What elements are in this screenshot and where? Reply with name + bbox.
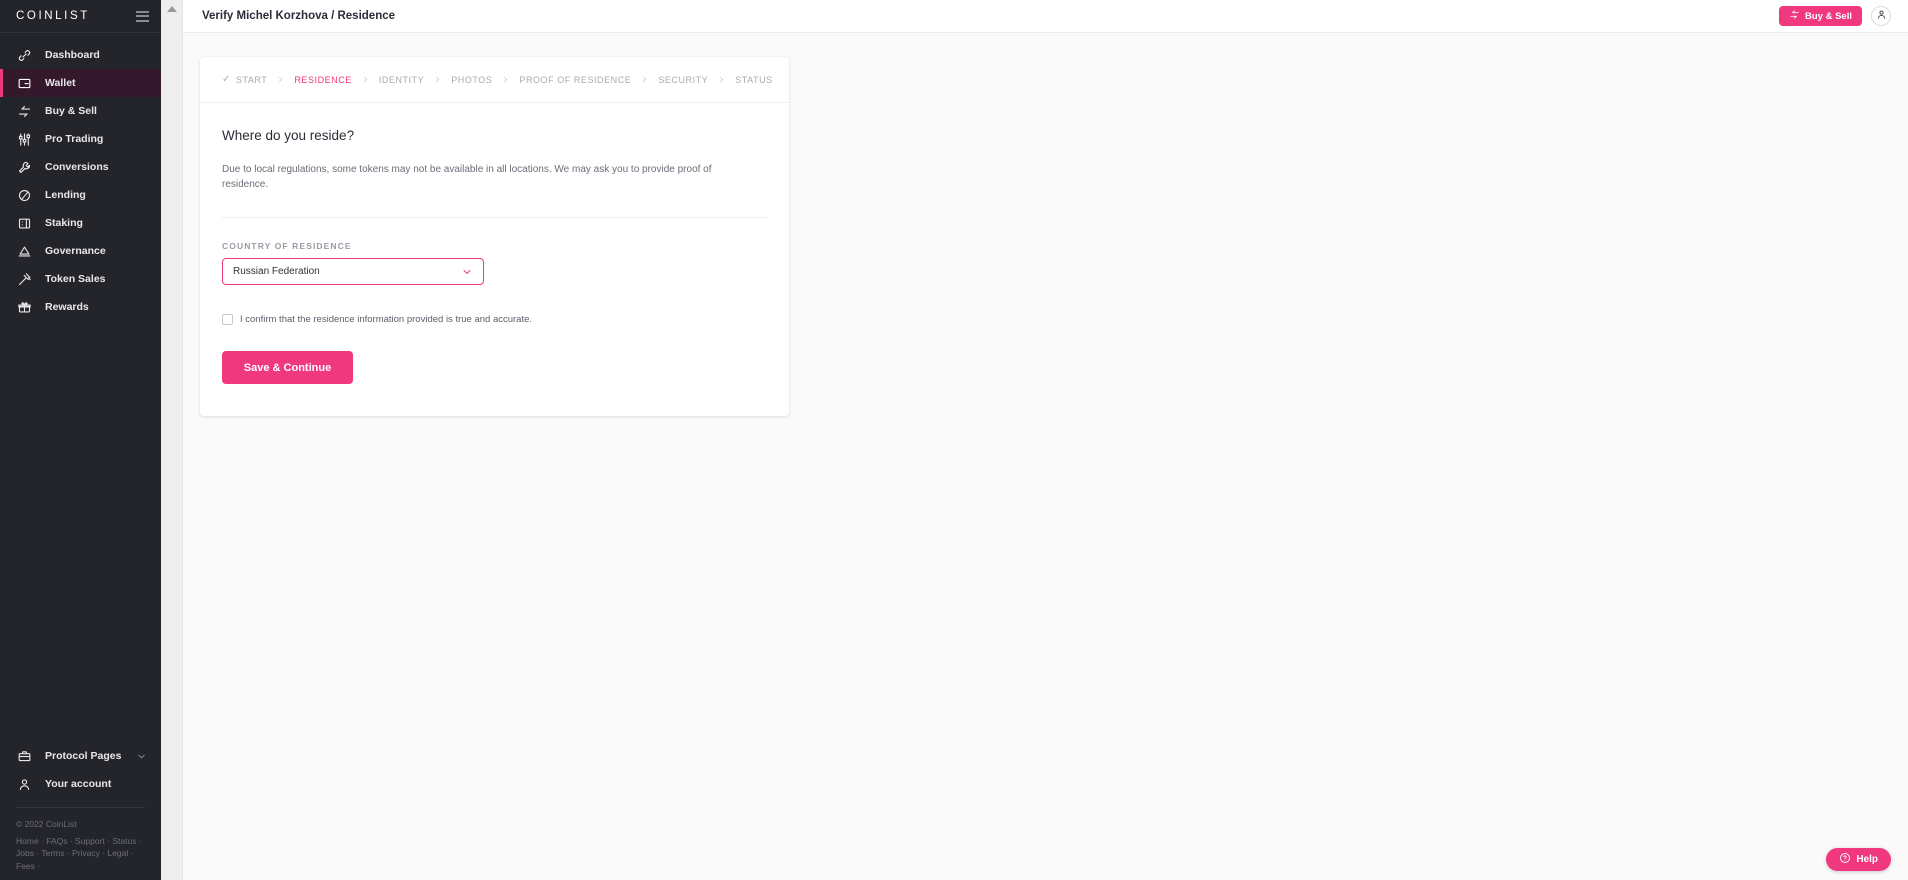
sidebar-item-wallet[interactable]: Wallet: [0, 69, 161, 97]
page-title: Verify Michel Korzhova / Residence: [202, 10, 396, 22]
buy-sell-label: Buy & Sell: [1805, 10, 1852, 22]
sidebar-footer: © 2022 CoinList Home · FAQs · Support · …: [0, 808, 161, 872]
sidebar-item-governance[interactable]: Governance: [0, 237, 161, 265]
confirm-row: I confirm that the residence information…: [222, 314, 767, 325]
circle-slash-icon: [17, 188, 32, 203]
swap-arrows-icon: [17, 104, 32, 119]
footer-links-row-1[interactable]: Home · FAQs · Support · Status ·: [16, 835, 145, 848]
gavel-icon: [17, 272, 32, 287]
chevron-right-icon: [717, 75, 726, 84]
sidebar-item-label: Rewards: [45, 301, 89, 313]
sidebar-item-label: Conversions: [45, 161, 109, 173]
country-field-label: COUNTRY OF RESIDENCE: [222, 241, 352, 251]
sidebar-item-label: Pro Trading: [45, 133, 104, 145]
sidebar-item-buy-sell[interactable]: Buy & Sell: [0, 97, 161, 125]
sidebar-item-conversions[interactable]: Conversions: [0, 153, 161, 181]
step-label: START: [235, 74, 268, 85]
sidebar-item-label: Dashboard: [45, 49, 100, 61]
sidebar-item-label: Your account: [45, 778, 112, 790]
help-label: Help: [1856, 854, 1878, 865]
chevron-right-icon: [640, 75, 649, 84]
page-scrollbar[interactable]: [161, 0, 183, 880]
chevron-right-icon: [276, 75, 285, 84]
question-circle-icon: [1839, 852, 1851, 867]
sidebar-item-label: Protocol Pages: [45, 750, 122, 762]
person-icon: [17, 777, 32, 792]
check-icon: ✓: [222, 74, 231, 85]
sidebar-nav: Dashboard Wallet Buy & Sell Pro Trading …: [0, 33, 161, 321]
confirm-checkbox[interactable]: [222, 314, 233, 325]
step-status[interactable]: STATUS: [735, 75, 772, 85]
step-label: RESIDENCE: [294, 74, 352, 85]
account-avatar-button[interactable]: [1871, 6, 1891, 26]
sidebar-item-your-account[interactable]: Your account: [0, 770, 161, 798]
step-label: IDENTITY: [378, 74, 425, 85]
sidebar-item-label: Wallet: [45, 77, 76, 89]
sidebar-item-label: Buy & Sell: [45, 105, 97, 117]
step-proof-of-residence[interactable]: PROOF OF RESIDENCE: [519, 75, 631, 85]
sidebar-item-protocol-pages[interactable]: Protocol Pages: [0, 742, 161, 770]
sidebar-item-label: Token Sales: [45, 273, 106, 285]
sidebar: COINLIST Dashboard Wallet Buy & Sell Pro…: [0, 0, 161, 880]
save-and-continue-button[interactable]: Save & Continue: [222, 351, 353, 384]
step-start[interactable]: ✓ START: [222, 74, 267, 85]
sidebar-item-dashboard[interactable]: Dashboard: [0, 41, 161, 69]
step-photos[interactable]: PHOTOS: [451, 75, 492, 85]
stack-box-icon: [17, 216, 32, 231]
sidebar-item-label: Staking: [45, 217, 83, 229]
sidebar-item-lending[interactable]: Lending: [0, 181, 161, 209]
wrench-icon: [17, 160, 32, 175]
sidebar-header: COINLIST: [0, 0, 161, 33]
sidebar-bottom-nav: Protocol Pages Your account © 2022 CoinL…: [0, 742, 161, 880]
step-residence[interactable]: RESIDENCE: [294, 75, 351, 85]
chevron-down-icon[interactable]: [136, 751, 147, 762]
buy-sell-button[interactable]: Buy & Sell: [1779, 6, 1862, 26]
wallet-icon: [17, 76, 32, 91]
step-label: PHOTOS: [451, 74, 493, 85]
sidebar-item-token-sales[interactable]: Token Sales: [0, 265, 161, 293]
form-description: Due to local regulations, some tokens ma…: [222, 164, 712, 190]
sidebar-item-staking[interactable]: Staking: [0, 209, 161, 237]
step-security[interactable]: SECURITY: [658, 75, 708, 85]
confirm-checkbox-label[interactable]: I confirm that the residence information…: [240, 314, 532, 325]
link-icon: [17, 48, 32, 63]
sliders-icon: [17, 132, 32, 147]
form-heading: Where do you reside?: [222, 128, 355, 143]
gavel-block-icon: [17, 244, 32, 259]
step-label: STATUS: [735, 74, 773, 85]
chevron-right-icon: [361, 75, 370, 84]
chevron-right-icon: [501, 75, 510, 84]
swap-arrows-icon: [1789, 9, 1800, 23]
sidebar-item-rewards[interactable]: Rewards: [0, 293, 161, 321]
briefcase-icon: [17, 749, 32, 764]
scroll-up-arrow-icon[interactable]: [161, 0, 182, 18]
copyright-text: © 2022 CoinList: [16, 819, 77, 829]
help-button[interactable]: Help: [1826, 848, 1891, 871]
gift-icon: [17, 300, 32, 315]
residence-card: ✓ START RESIDENCE IDENTITY PHOTOS PROOF …: [200, 57, 789, 416]
person-icon: [1876, 7, 1887, 25]
sidebar-item-pro-trading[interactable]: Pro Trading: [0, 125, 161, 153]
top-header: Verify Michel Korzhova / Residence Buy &…: [183, 0, 1908, 33]
chevron-down-icon: [461, 266, 473, 278]
step-label: PROOF OF RESIDENCE: [519, 74, 632, 85]
form-divider: [222, 217, 767, 218]
sidebar-item-label: Lending: [45, 189, 86, 201]
step-identity[interactable]: IDENTITY: [379, 75, 424, 85]
country-of-residence-select[interactable]: Russian Federation: [222, 258, 484, 285]
main-content: ✓ START RESIDENCE IDENTITY PHOTOS PROOF …: [183, 33, 1908, 880]
coinlist-logo[interactable]: COINLIST: [16, 10, 90, 22]
footer-links-row-2[interactable]: Jobs · Terms · Privacy · Legal · Fees ·: [16, 847, 145, 872]
residence-form: Where do you reside? Due to local regula…: [200, 103, 789, 416]
country-selected-value: Russian Federation: [233, 266, 320, 277]
sidebar-item-label: Governance: [45, 245, 106, 257]
hamburger-icon[interactable]: [136, 10, 149, 22]
header-actions: Buy & Sell: [1779, 6, 1891, 26]
chevron-right-icon: [433, 75, 442, 84]
step-label: SECURITY: [658, 74, 709, 85]
verification-stepper: ✓ START RESIDENCE IDENTITY PHOTOS PROOF …: [200, 57, 789, 103]
